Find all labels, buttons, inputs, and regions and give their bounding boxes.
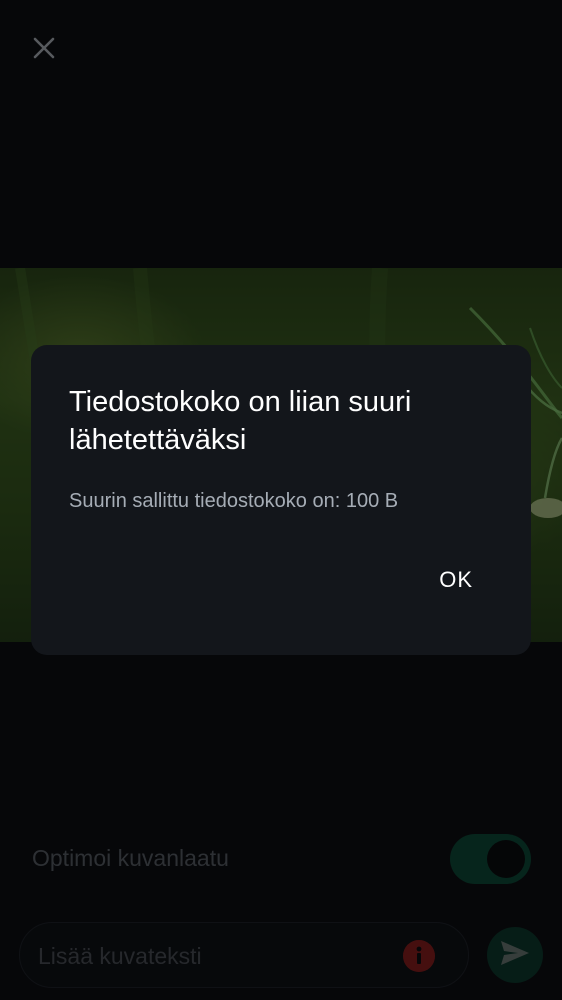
dialog-title: Tiedostokoko on liian suuri lähetettäväk…: [69, 386, 412, 456]
file-too-large-dialog: Tiedostokoko on liian suuri lähetettäväk…: [31, 345, 531, 655]
ok-button[interactable]: OK: [431, 563, 481, 597]
image-send-screen: Optimoi kuvanlaatu Tiedostokoko on liian…: [0, 0, 562, 1000]
dialog-message: Suurin sallittu tiedostokoko on: 100 B: [69, 490, 399, 512]
